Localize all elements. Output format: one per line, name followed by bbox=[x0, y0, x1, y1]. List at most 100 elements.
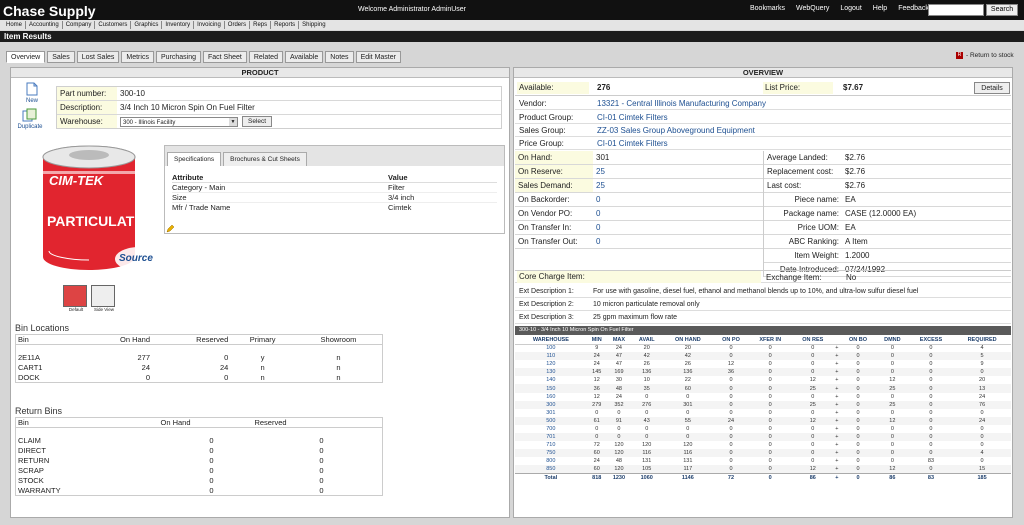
return-reserved-header: Reserved bbox=[254, 418, 287, 427]
price-uom-label: Price UOM: bbox=[797, 223, 839, 232]
tab-lost-sales[interactable]: Lost Sales bbox=[76, 51, 120, 63]
avg-landed-value: $2.76 bbox=[845, 153, 866, 162]
transfer-out-value[interactable]: 0 bbox=[593, 235, 603, 248]
nav-graphics[interactable]: Graphics bbox=[131, 21, 163, 29]
availability-row: Available: 276 List Price: $7.67 Details bbox=[515, 81, 1011, 96]
tab-fact-sheet[interactable]: Fact Sheet bbox=[202, 51, 247, 63]
warehouse-cell: 12 bbox=[809, 417, 816, 424]
warehouse-link[interactable]: 120 bbox=[515, 360, 587, 368]
warehouse-select[interactable]: 300 - Illinois Facility ▼ bbox=[120, 116, 238, 127]
brand-logo-text: CIM-TEK bbox=[49, 173, 104, 188]
bin-onhand: 277 bbox=[137, 353, 151, 362]
warehouse-link[interactable]: 301 bbox=[515, 409, 587, 417]
warehouse-cell: 120 bbox=[614, 442, 624, 449]
warehouse-link[interactable]: 700 bbox=[515, 425, 587, 433]
warehouse-cell: 0 bbox=[729, 450, 733, 457]
new-button[interactable]: New bbox=[23, 82, 41, 104]
vendor-link[interactable]: 13321 - Central Illinois Manufacturing C… bbox=[597, 97, 766, 110]
thumbnail-side-view[interactable]: Side View bbox=[91, 285, 117, 312]
warehouse-link[interactable]: 130 bbox=[515, 368, 587, 376]
return-bin-header: Bin bbox=[18, 418, 29, 427]
warehouse-cell: 0 bbox=[768, 417, 772, 424]
nav-reps[interactable]: Reps bbox=[250, 21, 272, 29]
transfer-in-value[interactable]: 0 bbox=[593, 221, 603, 234]
warehouse-cell: 0 bbox=[768, 361, 772, 368]
bookmarks-link[interactable]: Bookmarks bbox=[750, 5, 785, 12]
nav-accounting[interactable]: Accounting bbox=[26, 21, 63, 29]
bin-showroom: n bbox=[336, 363, 341, 372]
warehouse-link[interactable]: 710 bbox=[515, 441, 587, 449]
warehouse-link[interactable]: 150 bbox=[515, 384, 587, 392]
search-button[interactable]: Search bbox=[986, 4, 1018, 16]
warehouse-cell: 48 bbox=[615, 458, 622, 465]
warehouse-link[interactable]: 701 bbox=[515, 433, 587, 441]
warehouse-link[interactable]: 850 bbox=[515, 465, 587, 473]
tab-notes[interactable]: Notes bbox=[325, 51, 354, 63]
product-group-link[interactable]: CI-01 Cimtek Filters bbox=[597, 111, 668, 124]
warehouse-cell: 0 bbox=[768, 377, 772, 384]
warehouse-cell: 0 bbox=[856, 409, 860, 416]
return-bin-name: SCRAP bbox=[18, 466, 44, 475]
thumbnail-default[interactable]: Default bbox=[63, 285, 89, 312]
warehouse-link[interactable]: 140 bbox=[515, 376, 587, 384]
total-cell: 185 bbox=[953, 472, 1011, 482]
search-input[interactable] bbox=[928, 4, 984, 16]
duplicate-button[interactable]: Duplicate bbox=[13, 108, 47, 130]
nav-invoicing[interactable]: Invoicing bbox=[194, 21, 225, 29]
tab-overview[interactable]: Overview bbox=[6, 51, 46, 63]
warehouse-link[interactable]: 500 bbox=[515, 417, 587, 425]
nav-orders[interactable]: Orders bbox=[225, 21, 251, 29]
sales-group-link[interactable]: ZZ-03 Sales Group Aboveground Equipment bbox=[597, 124, 755, 137]
warehouse-cell: 36 bbox=[727, 369, 735, 376]
tab-brochures[interactable]: Brochures & Cut Sheets bbox=[223, 152, 307, 166]
nav-inventory[interactable]: Inventory bbox=[162, 21, 195, 29]
tab-edit-master[interactable]: Edit Master bbox=[355, 51, 401, 63]
product-heading: PRODUCT bbox=[11, 68, 509, 78]
table-row: 750 60 120 116 116 0 0 0 +0 0 0 4 bbox=[515, 449, 1011, 458]
warehouse-link[interactable]: 100 bbox=[515, 344, 587, 352]
tab-metrics[interactable]: Metrics bbox=[121, 51, 154, 63]
backorder-value[interactable]: 0 bbox=[593, 193, 603, 206]
tab-purchasing[interactable]: Purchasing bbox=[155, 51, 201, 63]
warehouse-link[interactable]: 750 bbox=[515, 449, 587, 457]
logout-link[interactable]: Logout bbox=[840, 5, 861, 12]
nav-shipping[interactable]: Shipping bbox=[299, 21, 328, 29]
warehouse-col-header: MIN bbox=[586, 336, 607, 345]
warehouse-cell: 145 bbox=[592, 369, 602, 376]
nav-customers[interactable]: Customers bbox=[95, 21, 132, 29]
warehouse-cell: 136 bbox=[642, 369, 652, 376]
details-button[interactable]: Details bbox=[974, 82, 1010, 94]
warehouse-link[interactable]: 300 bbox=[515, 401, 587, 409]
warehouse-link[interactable]: 160 bbox=[515, 393, 587, 401]
warehouse-cell: 0 bbox=[890, 409, 894, 416]
price-group-link[interactable]: CI-01 Cimtek Filters bbox=[597, 137, 668, 150]
warehouse-stock-table: WAREHOUSE MIN MAX AVAIL ON HAND ON PO XFER IN O… bbox=[515, 336, 1011, 482]
total-cell: 86 bbox=[791, 472, 834, 482]
return-to-stock-link[interactable]: R - Return to stock bbox=[956, 52, 1014, 59]
select-button[interactable]: Select bbox=[242, 116, 273, 127]
nav-reports[interactable]: Reports bbox=[271, 21, 300, 29]
warehouse-cell: 0 bbox=[645, 393, 649, 400]
warehouse-cell: 0 bbox=[645, 434, 649, 441]
nav-company[interactable]: Company bbox=[63, 21, 96, 29]
warehouse-cell: 0 bbox=[729, 401, 733, 408]
sales-demand-value[interactable]: 25 bbox=[593, 179, 608, 192]
warehouse-col-header: XFER IN bbox=[748, 336, 792, 345]
webquery-link[interactable]: WebQuery bbox=[796, 5, 829, 12]
tab-sales[interactable]: Sales bbox=[47, 51, 75, 63]
tab-related[interactable]: Related bbox=[248, 51, 283, 63]
total-cell: 83 bbox=[908, 472, 954, 482]
pencil-icon[interactable] bbox=[166, 225, 174, 233]
warehouse-link[interactable]: 110 bbox=[515, 352, 587, 360]
tab-available[interactable]: Available bbox=[284, 51, 324, 63]
help-link[interactable]: Help bbox=[873, 5, 887, 12]
warehouse-cell: 24 bbox=[979, 393, 986, 400]
warehouse-cell: 47 bbox=[615, 353, 622, 360]
warehouse-cell: 0 bbox=[890, 442, 894, 449]
nav-home[interactable]: Home bbox=[3, 21, 27, 29]
feedback-link[interactable]: Feedback bbox=[898, 5, 929, 12]
warehouse-link[interactable]: 800 bbox=[515, 457, 587, 465]
tab-specifications[interactable]: Specifications bbox=[167, 152, 222, 166]
onreserve-value[interactable]: 25 bbox=[593, 165, 608, 178]
vendor-po-value[interactable]: 0 bbox=[593, 207, 603, 220]
